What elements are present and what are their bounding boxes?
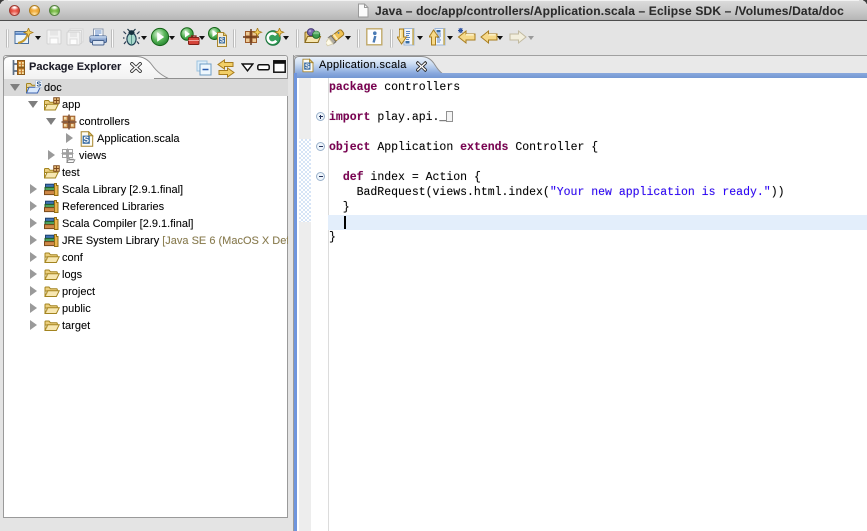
svg-text:S: S	[220, 38, 224, 46]
